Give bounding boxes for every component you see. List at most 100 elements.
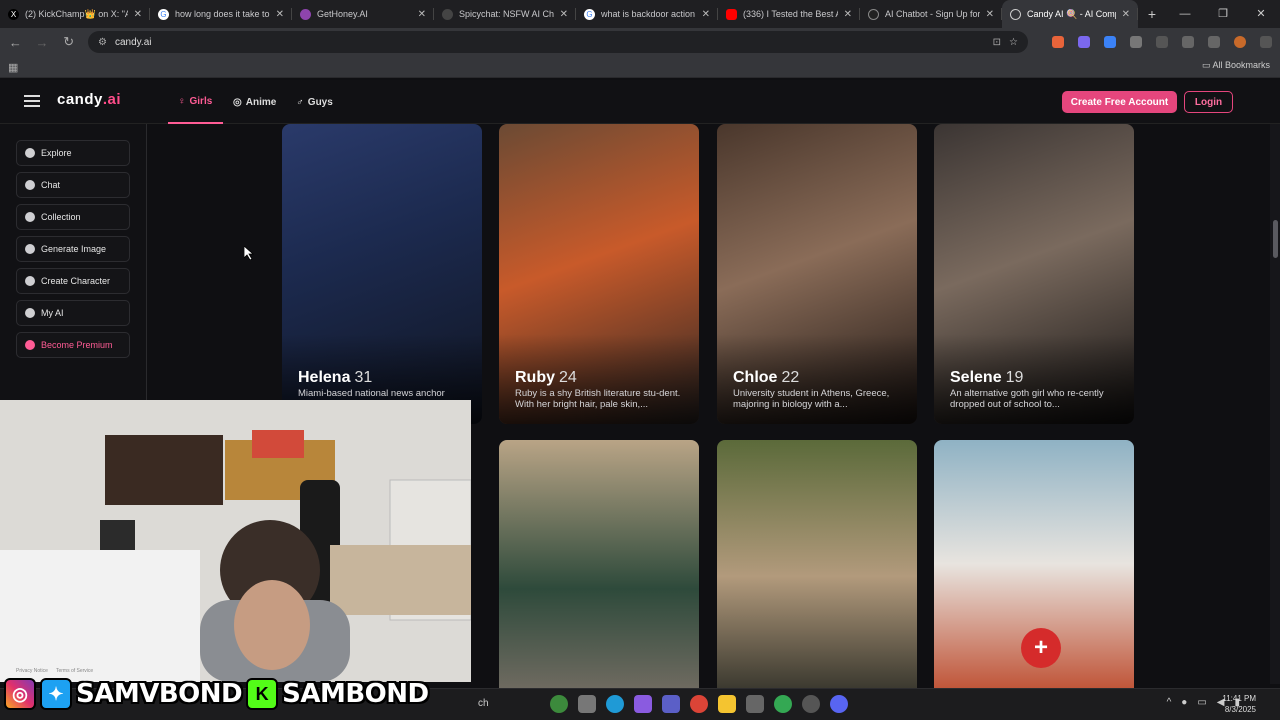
sidebar-item-my-ai[interactable]: My AI xyxy=(16,300,130,326)
anime-icon: ◎ xyxy=(233,96,242,108)
app-icon[interactable] xyxy=(802,695,820,713)
tab-title: (336) I Tested the Best AI xyxy=(743,9,838,19)
character-card[interactable]: Chloe 22 University student in Athens, Gr… xyxy=(717,124,917,424)
my-ai-icon xyxy=(25,308,35,318)
browser-tab[interactable]: G how long does it take to b ✕ xyxy=(150,0,292,28)
weather-icon[interactable] xyxy=(550,695,568,713)
sidebar-item-premium[interactable]: Become Premium xyxy=(16,332,130,358)
scrollbar-thumb[interactable] xyxy=(1273,220,1278,258)
sidebar-item-label: Create Character xyxy=(41,276,111,286)
edge-icon[interactable] xyxy=(606,695,624,713)
sidepanel-icon[interactable] xyxy=(1156,36,1169,48)
browser-tab[interactable]: GetHoney.AI ✕ xyxy=(292,0,434,28)
browser-tab[interactable]: AI Chatbot - Sign Up for ✕ xyxy=(860,0,1002,28)
browser-tab-active[interactable]: Candy AI 🍭 - AI Compa ✕ xyxy=(1002,0,1138,28)
character-card[interactable]: + xyxy=(934,440,1134,688)
browser-tab[interactable]: X (2) KickChamp👑 on X: "A ✕ xyxy=(0,0,150,28)
kick-letter: K xyxy=(255,683,269,704)
browser-tab[interactable]: Spicychat: NSFW AI Chatb ✕ xyxy=(434,0,576,28)
puzzle-icon[interactable] xyxy=(1130,36,1143,48)
teams-icon[interactable] xyxy=(662,695,680,713)
extension-icon[interactable] xyxy=(1052,36,1065,48)
bookmark-star-icon[interactable]: ☆ xyxy=(1009,37,1018,48)
privacy-link[interactable]: Privacy Notice xyxy=(16,668,48,674)
install-icon[interactable]: ⊡ xyxy=(993,37,1001,48)
close-icon[interactable]: ✕ xyxy=(844,9,852,20)
page-scrollbar[interactable] xyxy=(1270,124,1280,684)
character-card[interactable]: Selene 19 An alternative goth girl who re… xyxy=(934,124,1134,424)
tab-label: Anime xyxy=(245,96,277,108)
minimize-icon[interactable]: — xyxy=(1166,0,1204,28)
url-input[interactable]: ⚙ candy.ai ⊡ ☆ xyxy=(88,31,1029,53)
apps-grid-icon[interactable]: ▦ xyxy=(8,61,18,74)
character-card[interactable]: Ruby 24 Ruby is a shy British literature … xyxy=(499,124,699,424)
tab-guys[interactable]: ♂ Guys xyxy=(286,80,343,124)
youtube-icon xyxy=(726,8,737,20)
name-text: Selene xyxy=(950,369,1002,386)
character-card[interactable] xyxy=(717,440,917,688)
close-icon[interactable]: ✕ xyxy=(560,9,568,20)
copilot-icon[interactable] xyxy=(634,695,652,713)
chrome-active-icon[interactable] xyxy=(774,695,792,713)
settings-icon[interactable] xyxy=(746,695,764,713)
mouse-cursor-icon xyxy=(244,246,254,260)
tab-girls[interactable]: ♀ Girls xyxy=(168,80,223,124)
close-icon[interactable]: ✕ xyxy=(1122,9,1130,20)
diamond-icon xyxy=(25,340,35,350)
sidebar-item-collection[interactable]: Collection xyxy=(16,204,130,230)
extension-icon[interactable] xyxy=(1104,36,1117,48)
address-bar-row: ← → ↻ ⚙ candy.ai ⊡ ☆ xyxy=(0,28,1280,56)
profile-avatar[interactable] xyxy=(1234,36,1247,48)
system-clock[interactable]: 11:41 PM 8/3/2025 xyxy=(1222,693,1256,715)
terms-link[interactable]: Terms of Service xyxy=(56,668,93,674)
discord-icon[interactable] xyxy=(830,695,848,713)
character-description: University student in Athens, Greece, ma… xyxy=(733,388,890,410)
sidebar-item-chat[interactable]: Chat xyxy=(16,172,130,198)
instagram-icon: ◎ xyxy=(4,678,36,710)
chrome-icon[interactable] xyxy=(690,695,708,713)
restore-icon[interactable]: ❐ xyxy=(1204,0,1242,28)
task-view-icon[interactable] xyxy=(578,695,596,713)
name-text: Ruby xyxy=(515,369,555,386)
close-icon[interactable]: ✕ xyxy=(986,9,994,20)
more-icon[interactable] xyxy=(1260,36,1273,48)
sidebar-item-generate-image[interactable]: Generate Image xyxy=(16,236,130,262)
close-icon[interactable]: ✕ xyxy=(134,9,142,20)
red-cross-emblem: + xyxy=(1021,628,1061,668)
tab-title: AI Chatbot - Sign Up for xyxy=(885,9,980,19)
reload-icon[interactable]: ↻ xyxy=(61,34,76,50)
menu-icon[interactable] xyxy=(1208,36,1221,48)
social-handle: SAMBOND xyxy=(282,679,429,709)
network-icon[interactable]: ▭ xyxy=(1197,697,1206,708)
clock-date: 8/3/2025 xyxy=(1224,705,1256,714)
login-button[interactable]: Login xyxy=(1184,91,1233,113)
close-icon[interactable]: ✕ xyxy=(276,9,284,20)
close-icon[interactable]: ✕ xyxy=(702,9,710,20)
create-account-button[interactable]: Create Free Account xyxy=(1062,91,1177,113)
file-explorer-icon[interactable] xyxy=(718,695,736,713)
close-icon[interactable]: ✕ xyxy=(418,9,426,20)
character-card[interactable]: Helena 31 Miami-based national news ancho… xyxy=(282,124,482,424)
new-tab-button[interactable]: + xyxy=(1138,6,1166,22)
browser-tab[interactable]: (336) I Tested the Best AI ✕ xyxy=(718,0,860,28)
download-icon[interactable] xyxy=(1182,36,1195,48)
taskbar-search[interactable]: ch xyxy=(478,698,489,709)
webcam-video xyxy=(0,400,471,682)
all-bookmarks-link[interactable]: ▭ All Bookmarks xyxy=(1202,60,1270,71)
close-window-icon[interactable]: ✕ xyxy=(1242,0,1280,28)
extension-icon[interactable] xyxy=(1078,36,1091,48)
chevron-up-icon[interactable]: ^ xyxy=(1167,697,1172,708)
site-logo[interactable]: candy.ai xyxy=(57,91,121,108)
back-icon[interactable]: ← xyxy=(8,35,23,50)
hamburger-menu-icon[interactable] xyxy=(24,95,40,107)
browser-tab[interactable]: G what is backdoor action - ✕ xyxy=(576,0,718,28)
forward-icon[interactable]: → xyxy=(35,35,50,50)
male-icon: ♂ xyxy=(296,96,304,108)
microphone-icon[interactable]: ● xyxy=(1181,697,1187,708)
footer-links: Privacy Notice Terms of Service xyxy=(16,668,93,674)
character-card[interactable] xyxy=(499,440,699,688)
tab-anime[interactable]: ◎ Anime xyxy=(223,80,286,124)
sidebar-item-create-character[interactable]: Create Character xyxy=(16,268,130,294)
site-info-icon[interactable]: ⚙ xyxy=(98,37,107,48)
sidebar-item-explore[interactable]: Explore xyxy=(16,140,130,166)
